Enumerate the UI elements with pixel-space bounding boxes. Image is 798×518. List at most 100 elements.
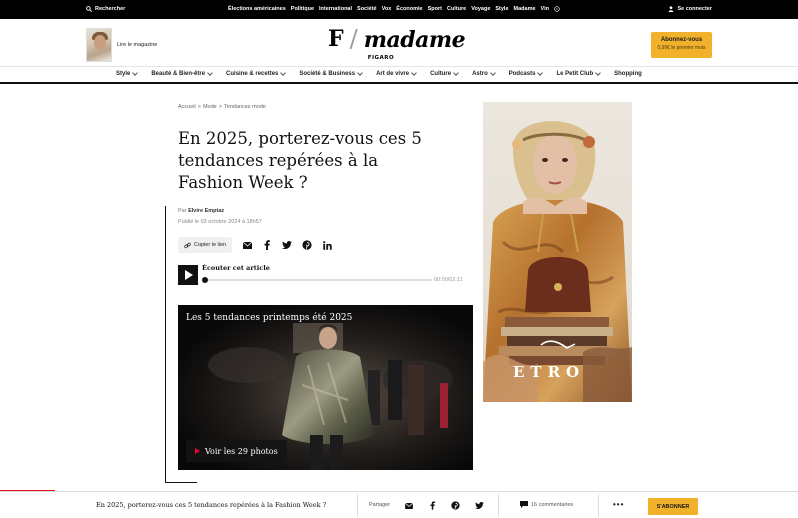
article-title: En 2025, porterez-vous ces 5 tendances r…	[178, 129, 422, 192]
pinterest-share-button[interactable]	[302, 240, 312, 250]
facebook-share-button[interactable]	[262, 240, 272, 250]
chevron-down-icon	[453, 70, 459, 76]
sticky-facebook-button[interactable]	[428, 501, 437, 510]
cat-label: Style	[116, 71, 131, 77]
top-nav-item[interactable]: Culture	[447, 6, 466, 12]
sticky-pinterest-button[interactable]	[451, 501, 460, 510]
copy-link-label: Copier le lien	[194, 242, 227, 248]
top-nav-item[interactable]: Style	[495, 6, 508, 12]
breadcrumb-mode[interactable]: Mode	[203, 104, 217, 110]
top-nav-item[interactable]: Vin	[541, 6, 549, 12]
breadcrumb: Accueil > Mode > Tendances mode	[178, 104, 266, 110]
comment-icon	[520, 501, 528, 508]
chevron-down-icon	[280, 70, 287, 76]
cat-label: Société & Business	[299, 71, 356, 77]
breadcrumb-home[interactable]: Accueil	[178, 104, 196, 110]
logo-sub: FIGARO	[367, 55, 395, 61]
chevron-down-icon	[357, 70, 363, 76]
login-link[interactable]: Se connecter	[668, 6, 712, 12]
divider	[498, 494, 499, 517]
cat-art-de-vivre[interactable]: Art de vivre	[376, 70, 417, 77]
cat-beaute[interactable]: Beauté & Bien-être	[151, 70, 213, 77]
sticky-title: En 2025, porterez-vous ces 5 tendances r…	[96, 501, 327, 509]
top-bar: Rechercher Élections américaines Politiq…	[0, 0, 798, 19]
comments-count: 16 commentaires	[531, 501, 574, 508]
ad-visual	[483, 121, 632, 402]
facebook-icon	[264, 240, 271, 250]
chevron-down-icon	[207, 70, 213, 76]
audio-progress-knob[interactable]	[202, 277, 208, 283]
more-options-button[interactable]: •••	[613, 500, 624, 509]
search-link[interactable]: Rechercher	[86, 6, 125, 12]
twitter-share-button[interactable]	[282, 240, 293, 250]
mail-icon	[404, 502, 413, 509]
search-label: Rechercher	[95, 6, 126, 12]
mail-icon	[242, 241, 252, 249]
facebook-icon	[430, 501, 435, 510]
play-button[interactable]	[178, 265, 198, 285]
divider	[357, 494, 358, 517]
view-photos-button[interactable]: Voir les 29 photos	[186, 440, 287, 462]
cat-label: Podcasts	[508, 71, 536, 77]
top-nav-item[interactable]: Économie	[396, 6, 422, 12]
gallery-title: Les 5 tendances printemps été 2025	[186, 313, 353, 323]
user-icon	[669, 6, 674, 12]
breadcrumb-tendances[interactable]: Tendances mode	[224, 104, 266, 110]
sticky-twitter-button[interactable]	[475, 501, 484, 510]
audio-label: Écouter cet article	[202, 264, 270, 272]
linkedin-share-button[interactable]	[322, 240, 332, 250]
divider	[598, 494, 599, 517]
cat-podcasts[interactable]: Podcasts	[508, 70, 544, 77]
cat-petit-club[interactable]: Le Petit Club	[556, 70, 601, 77]
chevron-down-icon	[595, 70, 601, 76]
cat-label: Astro	[472, 71, 488, 77]
top-nav-item[interactable]: International	[319, 6, 352, 12]
subscribe-offer: 0,99€ le premier mois	[657, 45, 706, 51]
comments-link[interactable]: 16 commentaires	[520, 501, 573, 508]
top-nav-item[interactable]: Vox	[382, 6, 392, 12]
pinterest-icon	[302, 240, 312, 250]
top-nav: Élections américaines Politique Internat…	[228, 6, 560, 12]
more-circle-icon[interactable]	[554, 6, 560, 12]
author-link[interactable]: Elvire Emptaz	[188, 208, 224, 214]
copy-link-button[interactable]: Copier le lien	[178, 237, 233, 253]
subscribe-button[interactable]: Abonnez-vous 0,99€ le premier mois	[651, 32, 712, 58]
cover-face-shape	[94, 35, 106, 50]
top-nav-item[interactable]: Politique	[291, 6, 314, 12]
audio-progress-track[interactable]	[204, 279, 432, 281]
photo-gallery[interactable]: Les 5 tendances printemps été 2025 Voir …	[178, 305, 473, 470]
link-icon	[184, 242, 191, 248]
byline: Par Elvire Emptaz	[178, 208, 224, 214]
top-nav-item[interactable]: Madame	[514, 6, 536, 12]
chevron-down-icon	[489, 70, 496, 76]
cat-societe[interactable]: Société & Business	[299, 70, 363, 77]
etro-advertisement[interactable]: ETRO	[483, 102, 632, 402]
cat-shopping[interactable]: Shopping	[614, 71, 642, 77]
audio-time: 00:00/02:11	[434, 277, 463, 283]
sticky-email-button[interactable]	[404, 501, 413, 510]
chevron-down-icon	[537, 70, 544, 76]
category-nav: Style Beauté & Bien-être Cuisine & recet…	[0, 66, 798, 84]
article-rule-foot	[165, 482, 197, 483]
magazine-cover-thumbnail[interactable]	[86, 28, 112, 62]
publish-date: Publié le 03 octobre 2024 à 18h57	[178, 219, 262, 225]
logo-f-mark: F	[328, 26, 344, 52]
pinterest-icon	[451, 501, 460, 510]
share-label: Partager	[369, 502, 391, 508]
cat-culture[interactable]: Culture	[430, 70, 459, 77]
cat-astro[interactable]: Astro	[472, 70, 496, 77]
cat-style[interactable]: Style	[116, 70, 139, 77]
top-nav-item[interactable]: Sport	[428, 6, 442, 12]
email-share-button[interactable]	[242, 240, 252, 250]
top-nav-item[interactable]: Voyage	[471, 6, 490, 12]
magazine-link[interactable]: Lire le magazine	[117, 42, 157, 48]
top-nav-item[interactable]: Élections américaines	[228, 6, 286, 12]
cat-label: Shopping	[614, 71, 642, 77]
top-nav-item[interactable]: Société	[357, 6, 377, 12]
ad-brand-name: ETRO	[513, 363, 586, 381]
cat-cuisine[interactable]: Cuisine & recettes	[226, 70, 287, 77]
sticky-subscribe-button[interactable]: S'ABONNER	[648, 498, 698, 515]
cat-label: Culture	[430, 71, 452, 77]
cat-label: Art de vivre	[376, 71, 410, 77]
madame-figaro-logo[interactable]: F / madame FIGARO	[328, 26, 466, 61]
